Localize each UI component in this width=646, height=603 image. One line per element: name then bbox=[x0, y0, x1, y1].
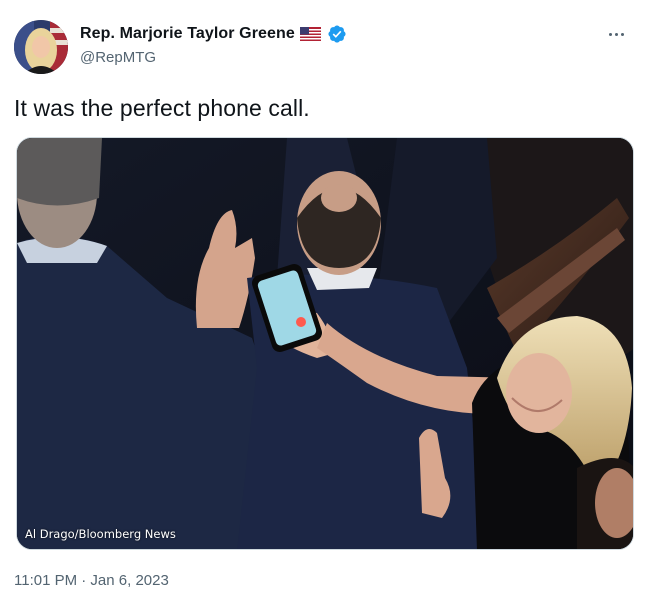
us-flag-icon bbox=[299, 27, 321, 41]
tweet-timestamp[interactable]: 11:01 PM · Jan 6, 2023 bbox=[14, 572, 169, 589]
author-name-row: Rep. Marjorie Taylor Greene bbox=[80, 24, 347, 44]
tweet-text: It was the perfect phone call. bbox=[14, 95, 310, 121]
author-avatar[interactable] bbox=[14, 20, 68, 74]
tweet-photo[interactable]: Al Drago/Bloomberg News bbox=[16, 137, 634, 550]
author-handle[interactable]: @RepMTG bbox=[80, 49, 156, 66]
verified-badge-icon bbox=[327, 24, 347, 44]
tweet-card: Rep. Marjorie Taylor Greene @RepMTG It w… bbox=[0, 0, 646, 603]
author-display-name[interactable]: Rep. Marjorie Taylor Greene bbox=[80, 25, 295, 43]
photo-credit: Al Drago/Bloomberg News bbox=[25, 527, 176, 541]
photo-image bbox=[17, 138, 633, 549]
more-options-icon[interactable] bbox=[604, 22, 628, 46]
